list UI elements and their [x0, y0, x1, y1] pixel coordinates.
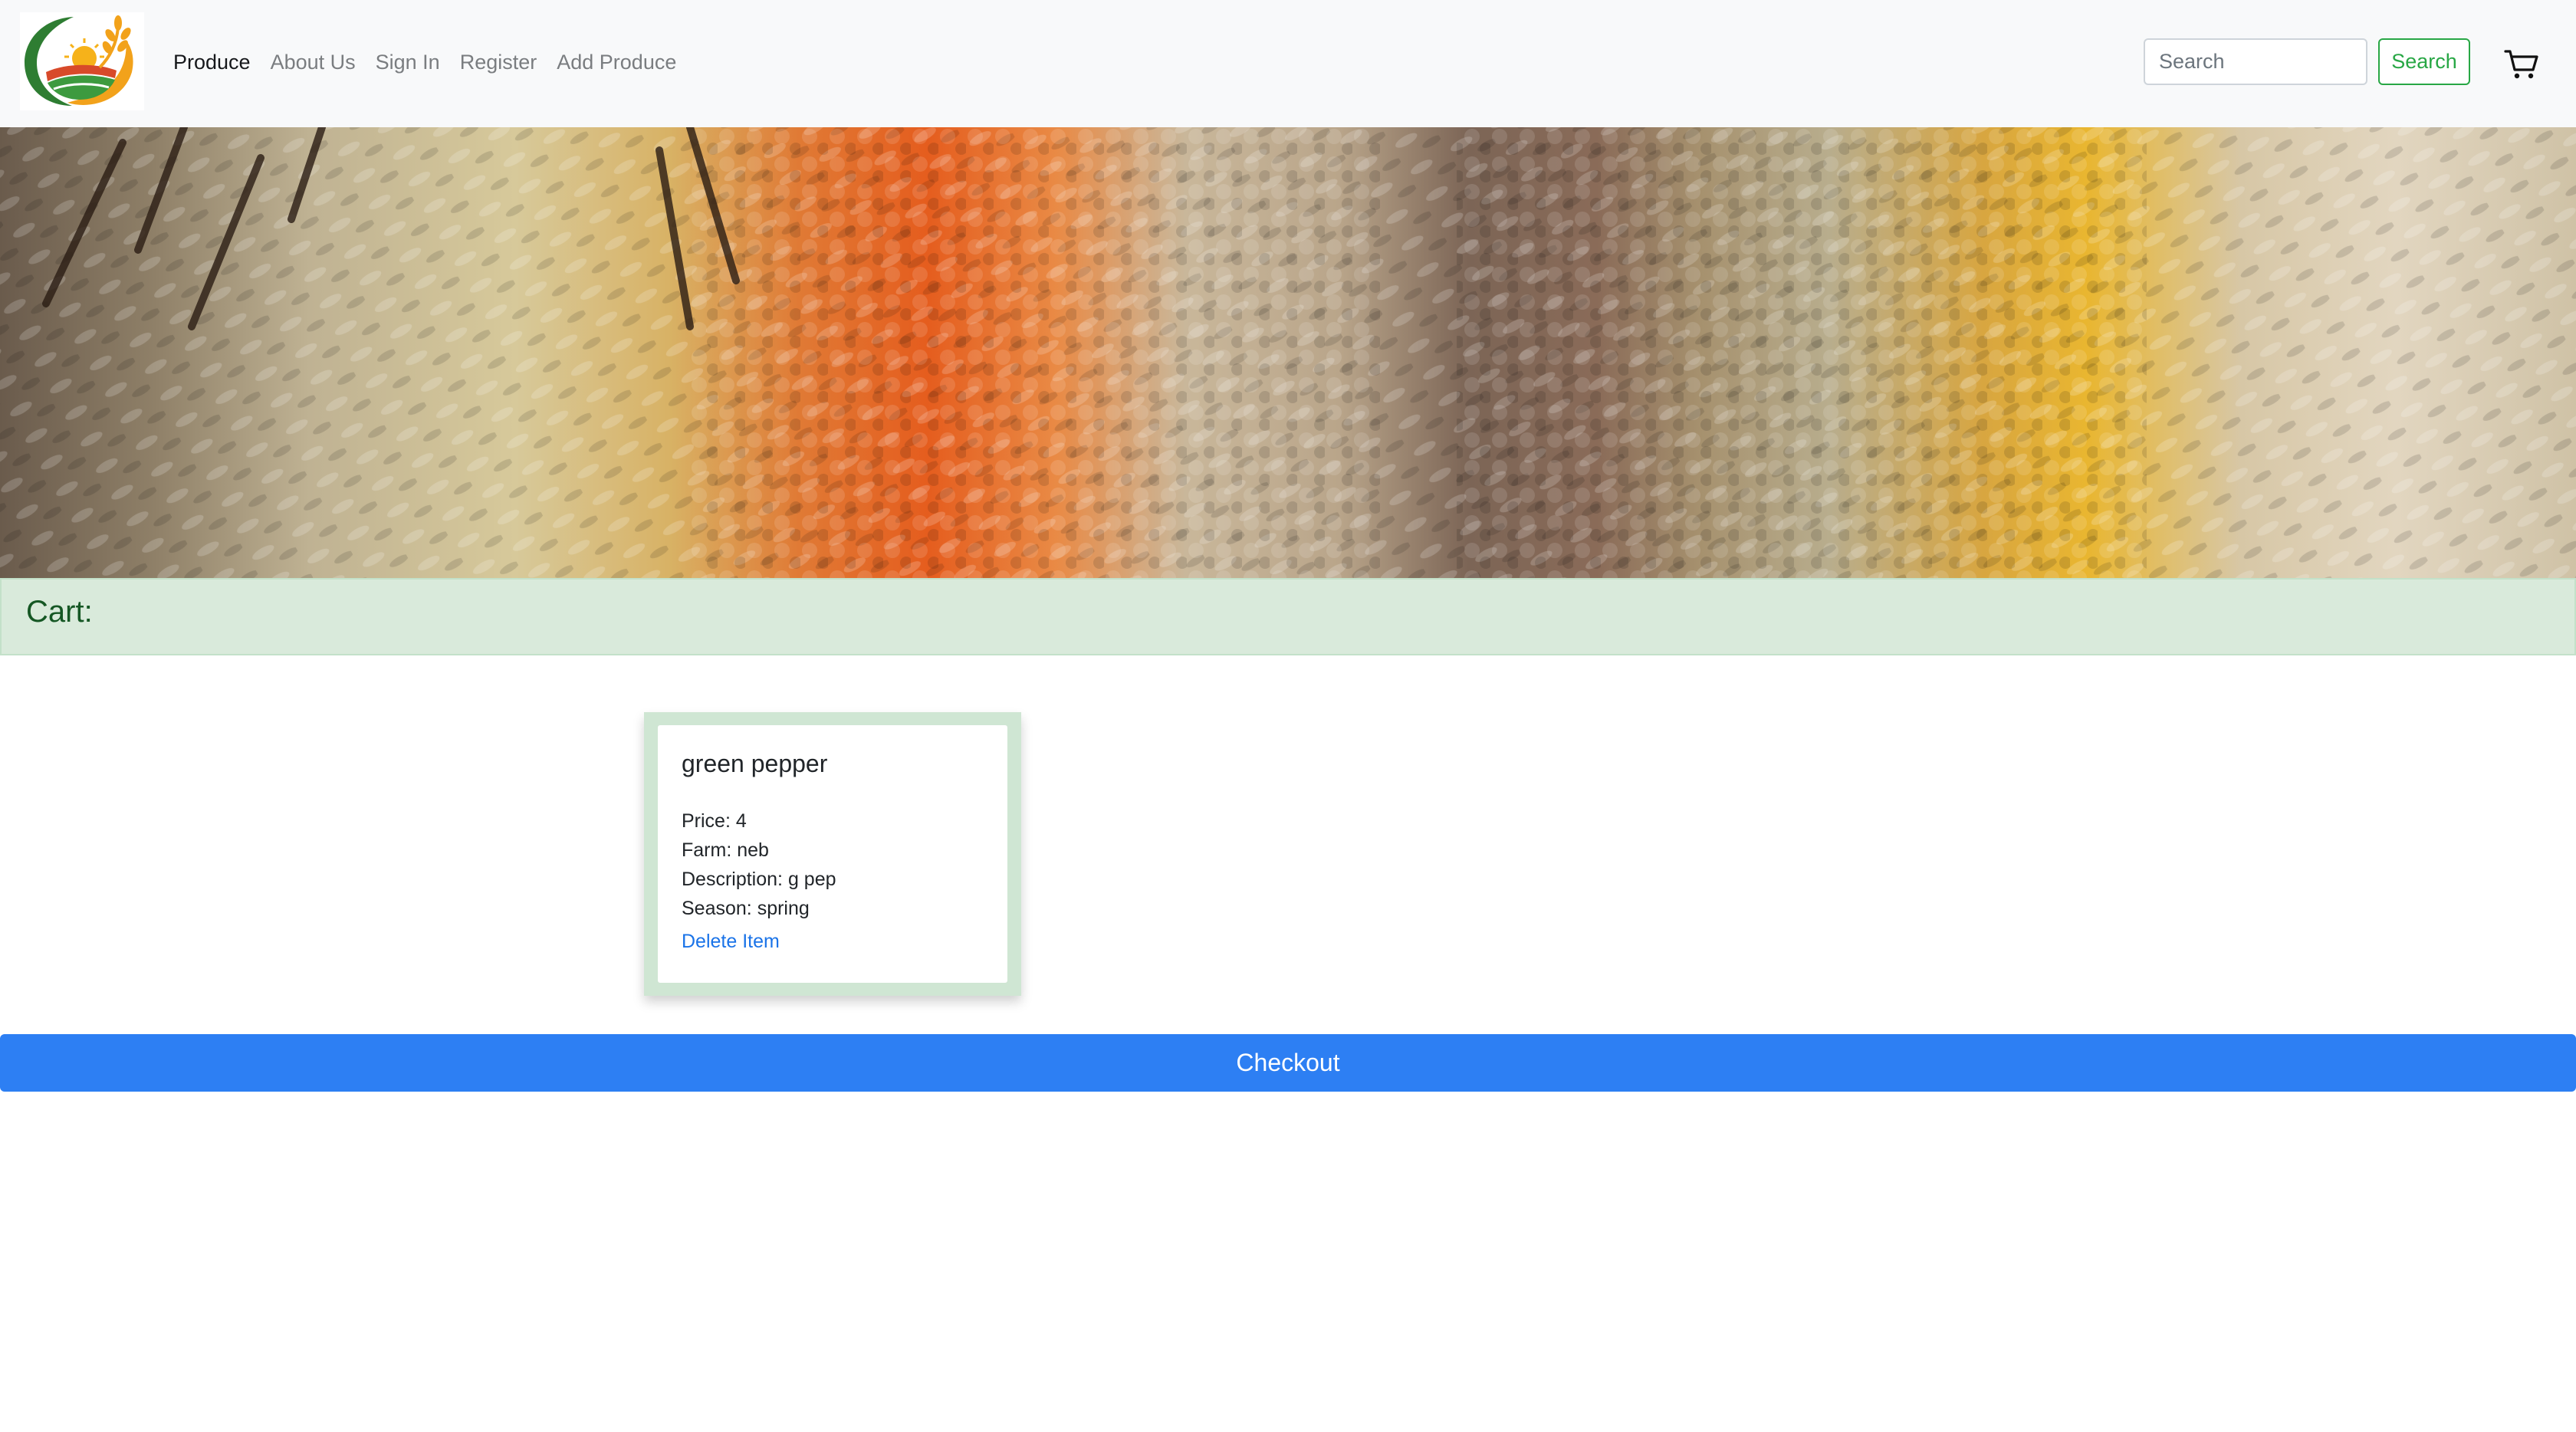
search-button[interactable]: Search [2378, 38, 2470, 85]
item-price: Price: 4 [682, 810, 747, 833]
cart-item-card-body: green pepper Price: 4 Farm: neb Descript… [658, 725, 1007, 983]
navbar: Produce About Us Sign In Register Add Pr… [0, 0, 2576, 127]
cart-header: Cart: [0, 578, 2576, 655]
item-season-value: spring [757, 898, 810, 919]
item-farm-value: neb [737, 839, 769, 861]
cart-title: Cart: [26, 595, 93, 629]
item-price-label: Price: [682, 810, 731, 832]
item-farm: Farm: neb [682, 839, 769, 862]
nav-link-about-us[interactable]: About Us [271, 51, 356, 74]
item-season: Season: spring [682, 898, 810, 920]
nav-link-add-produce[interactable]: Add Produce [557, 51, 676, 74]
item-price-value: 4 [735, 810, 747, 832]
item-description-label: Description: [682, 869, 783, 890]
checkout-button[interactable]: Checkout [0, 1034, 2576, 1092]
item-name: green pepper [682, 750, 828, 777]
delete-item-link[interactable]: Delete Item [682, 931, 780, 953]
item-season-label: Season: [682, 898, 752, 919]
nav-links: Produce About Us Sign In Register Add Pr… [173, 0, 696, 124]
item-description: Description: g pep [682, 869, 836, 891]
nav-link-produce[interactable]: Produce [173, 51, 251, 74]
nav-link-register[interactable]: Register [460, 51, 537, 74]
item-description-value: g pep [787, 869, 836, 890]
cart-item-card: green pepper Price: 4 Farm: neb Descript… [644, 712, 1021, 996]
farm-logo-icon[interactable] [20, 12, 144, 110]
nav-link-sign-in[interactable]: Sign In [376, 51, 440, 74]
search-input[interactable] [2144, 38, 2367, 85]
item-farm-label: Farm: [682, 839, 732, 861]
shopping-cart-icon[interactable] [2504, 49, 2539, 80]
grains-banner-image [0, 127, 2576, 578]
